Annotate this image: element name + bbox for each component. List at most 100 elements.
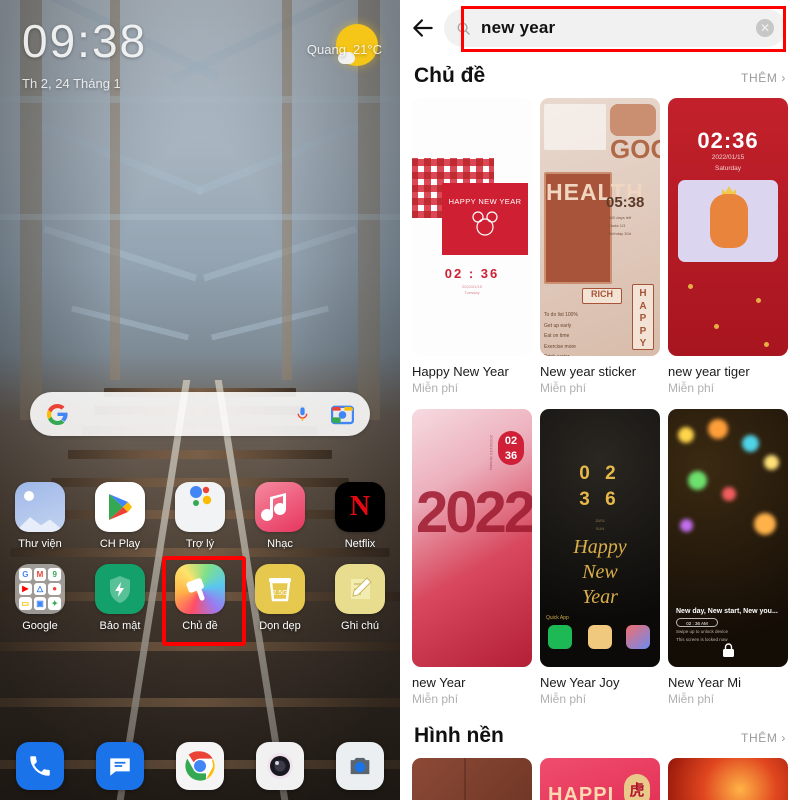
theme-name: Happy New Year: [412, 364, 509, 379]
theme-clock: 02 : 36: [444, 266, 500, 281]
wallpaper-card[interactable]: HAPPI 虎: [540, 758, 660, 800]
camera-icon[interactable]: [336, 742, 384, 790]
theme-name: New Year Joy: [540, 675, 620, 690]
messages-icon[interactable]: [96, 742, 144, 790]
chevron-right-icon: ›: [781, 731, 786, 745]
section-more-link[interactable]: THÊM ›: [741, 71, 786, 85]
clear-icon[interactable]: ✕: [756, 19, 774, 37]
wallpapers-row: HAPPI 虎: [400, 758, 800, 800]
mouse-outline-icon: [472, 211, 498, 236]
app-folder-google[interactable]: G M 9 ▶ △ ● ▭ ▣ ✦ Google: [6, 564, 74, 632]
theme-date: 2022/01/15 Monday: [489, 435, 494, 471]
netflix-glyph: N: [349, 491, 371, 522]
theme-date: 2022/01/15 Tuesday: [461, 284, 483, 295]
search-value: new year: [481, 18, 556, 37]
theme-name: new year tiger: [668, 364, 750, 379]
app-grid: Thư viện CH Play Trợ lý Nhạc N Netflix G…: [0, 482, 400, 646]
folder-glyph: △: [33, 582, 47, 596]
back-arrow-icon[interactable]: [410, 15, 436, 41]
folder-glyph: ✦: [48, 597, 61, 610]
camera-lens-icon[interactable]: [256, 742, 304, 790]
theme-thumbnail: New day, New start, New you... 02 : 36 A…: [668, 409, 788, 667]
wallpaper-text: HAPPI: [548, 784, 615, 800]
gallery-icon: [15, 482, 65, 532]
app-ch-play[interactable]: CH Play: [86, 482, 154, 550]
theme-card[interactable]: 2022 02 36 2022/01/15 Monday new Year Miễ…: [412, 409, 532, 706]
folder-glyph: ●: [48, 582, 61, 596]
folder-glyph: ▣: [33, 597, 47, 610]
netflix-icon: N: [335, 482, 385, 532]
app-nhac[interactable]: Nhạc: [246, 482, 314, 550]
phone-icon[interactable]: [16, 742, 64, 790]
search-icon: [457, 22, 470, 35]
folder-glyph: M: [33, 568, 47, 581]
phone-home-screen: 09:38 Th 2, 24 Tháng 1 Quang 21°C Thư vi…: [0, 0, 400, 800]
theme-name: New Year Mi: [668, 675, 741, 690]
theme-clock: 05:38: [606, 194, 645, 211]
search-input[interactable]: new year ✕: [444, 9, 786, 47]
weather-widget[interactable]: Quang 21°C: [307, 42, 382, 57]
theme-card[interactable]: 0 23 6 15/01 SUN Happy New Year Quick App N…: [540, 409, 660, 706]
theme-clock: 02:36: [697, 128, 759, 153]
theme-headline: HAPPY NEW YEAR: [448, 197, 522, 206]
app-bao-mat[interactable]: Bảo mật: [86, 564, 154, 632]
app-label: Chủ đề: [182, 620, 218, 632]
folder-glyph: G: [19, 568, 32, 581]
happy-new-year-script: Happy New Year: [573, 536, 627, 608]
quick-app-label: Quick App: [546, 615, 569, 621]
more-label: THÊM: [741, 71, 778, 85]
app-thu-vien[interactable]: Thư viện: [6, 482, 74, 550]
music-icon: [255, 482, 305, 532]
clock-widget[interactable]: 09:38 Th 2, 24 Tháng 1: [22, 18, 147, 91]
app-label: Google: [22, 620, 58, 632]
microphone-icon[interactable]: [294, 403, 311, 426]
themes-row-1: HAPPY NEW YEAR 02 : 36 2022/01/15 Tuesday…: [400, 98, 800, 395]
app-ghi-chu[interactable]: Ghi chú: [326, 564, 394, 632]
dock: [0, 742, 400, 790]
theme-thumbnail: 2022 02 36 2022/01/15 Monday: [412, 409, 532, 667]
tiger-icon: [710, 194, 748, 248]
theme-date: 15/01 SUN: [594, 518, 605, 531]
happy-label: HAPPY: [632, 284, 654, 350]
section-header-wallpapers: Hình nền THÊM ›: [400, 706, 800, 758]
app-netflix[interactable]: N Netflix: [326, 482, 394, 550]
theme-clock: 02 : 36 AM: [676, 618, 718, 627]
dock-icon-gallery: [626, 625, 650, 649]
google-folder-icon: G M 9 ▶ △ ● ▭ ▣ ✦: [15, 564, 65, 614]
theme-card[interactable]: 02:36 2022/01/15 Saturday new year tiger…: [668, 98, 788, 395]
app-row-1: Thư viện CH Play Trợ lý Nhạc N Netflix: [0, 482, 400, 550]
dock-icon-notes: [588, 625, 612, 649]
weather-temperature: 21°C: [352, 42, 382, 57]
theme-price: Miễn phí: [412, 381, 459, 395]
app-chu-de[interactable]: Chủ đề: [162, 556, 246, 646]
chevron-right-icon: ›: [781, 71, 786, 85]
security-shield-icon: [95, 564, 145, 614]
wallpaper-card[interactable]: [412, 758, 532, 800]
screenshot-root: 09:38 Th 2, 24 Tháng 1 Quang 21°C Thư vi…: [0, 0, 800, 800]
search-header: new year ✕: [400, 0, 800, 56]
theme-name: new Year: [412, 675, 466, 690]
theme-thumbnail: HAPPY NEW YEAR 02 : 36 2022/01/15 Tuesday: [412, 98, 532, 356]
chrome-icon[interactable]: [176, 742, 224, 790]
themes-row-2: 2022 02 36 2022/01/15 Monday new Year Miễ…: [400, 409, 800, 706]
app-label: Netflix: [344, 538, 376, 550]
folder-glyph: ▭: [19, 597, 32, 610]
google-g-icon: [46, 403, 68, 425]
google-search-bar[interactable]: [30, 392, 370, 436]
theme-card[interactable]: HAPPY NEW YEAR 02 : 36 2022/01/15 Tuesday…: [412, 98, 532, 395]
theme-thumbnail: 0 23 6 15/01 SUN Happy New Year Quick App: [540, 409, 660, 667]
theme-thumbnail: 02:36 2022/01/15 Saturday: [668, 98, 788, 356]
theme-thumbnail: GOOD HEALTH 05:38 • 300 days left• Tasks…: [540, 98, 660, 356]
themes-roller-icon: [175, 564, 225, 614]
theme-card[interactable]: GOOD HEALTH 05:38 • 300 days left• Tasks…: [540, 98, 660, 395]
section-more-link[interactable]: THÊM ›: [741, 731, 786, 745]
google-lens-icon[interactable]: [331, 404, 354, 425]
theme-card[interactable]: New day, New start, New you... 02 : 36 A…: [668, 409, 788, 706]
app-tro-ly[interactable]: Trợ lý: [166, 482, 234, 550]
app-row-2: G M 9 ▶ △ ● ▭ ▣ ✦ Google Bảo mật Chủ đề …: [0, 556, 400, 646]
app-label: Nhạc: [267, 538, 293, 550]
wallpaper-card[interactable]: [668, 758, 788, 800]
tiger-illustration: [678, 180, 778, 262]
app-don-dep[interactable]: 2.5G Dọn dẹp: [246, 564, 314, 632]
google-assistant-icon: [175, 482, 225, 532]
